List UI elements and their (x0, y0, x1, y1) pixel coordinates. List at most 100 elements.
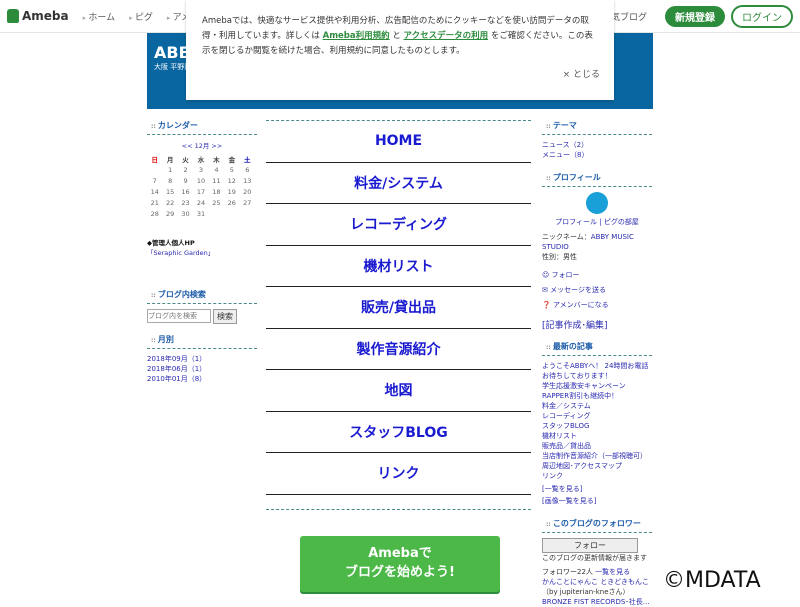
calendar-day: 24 (196, 198, 206, 207)
register-button[interactable]: 新規登録 (665, 6, 725, 27)
follower-by: （by jupiterian-kneさん） (542, 588, 630, 596)
calendar-day: 12 (227, 176, 236, 185)
follow-note: このブログの更新情報が届きます (542, 554, 647, 562)
follow-button[interactable]: フォロー (542, 538, 638, 553)
menu-recording[interactable]: レコーディング (266, 204, 531, 246)
left-sidebar: カレンダー << 12月 >> 日月火水木金土12345678910111213… (147, 118, 257, 384)
menu-divider (266, 508, 531, 510)
terms-link[interactable]: Ameba利用規約 (323, 31, 390, 41)
nav-home[interactable]: ホーム (83, 13, 115, 23)
right-sidebar: テーマ ニュース（2） メニュー（8） プロフィール プロフィール | ピグの部… (542, 118, 652, 607)
latest-article[interactable]: 当店制作音源紹介（一部視聴可） (542, 451, 652, 461)
latest-article[interactable]: レコーディング (542, 411, 652, 421)
latest-article[interactable]: リンク (542, 471, 652, 481)
latest-article[interactable]: 機材リスト (542, 431, 652, 441)
profile-avatar[interactable] (586, 192, 608, 214)
calendar-heading: カレンダー (147, 118, 257, 135)
latest-article[interactable]: ようこそABBYへ！ 24時間お電話お待ちしております！ (542, 361, 652, 381)
calendar-day (209, 208, 224, 219)
weekday: 月 (166, 155, 174, 164)
calendar-day: 16 (181, 187, 190, 196)
calendar-day: 25 (212, 198, 221, 207)
weekday: 土 (244, 155, 251, 164)
follower-item[interactable]: BRONZE FIST RECORDS･社長… (542, 597, 652, 607)
nickname-label: ニックネーム： (542, 233, 591, 241)
calendar-day: 27 (243, 198, 252, 207)
theme-item[interactable]: ニュース（2） (542, 140, 652, 150)
message-link[interactable]: ✉ メッセージを送る (542, 285, 652, 295)
calendar-day (240, 208, 255, 219)
weekday: 金 (228, 155, 236, 164)
amember-link[interactable]: ❓ アメンバーになる (542, 300, 652, 310)
calendar-day: 28 (150, 209, 159, 218)
month-nav[interactable]: << 12月 >> (147, 140, 257, 150)
latest-article[interactable]: 学生応援激安キャンペーン (542, 381, 652, 391)
weekday: 日 (151, 155, 158, 164)
calendar-day: 29 (165, 209, 175, 218)
nav-pigg[interactable]: ピグ (129, 13, 153, 23)
menu-map[interactable]: 地図 (266, 370, 531, 412)
calendar-day: 14 (150, 187, 159, 196)
close-button[interactable]: × とじる (563, 68, 600, 83)
calendar-day: 9 (183, 176, 188, 185)
calendar-day: 13 (243, 176, 252, 185)
calendar-day: 30 (181, 209, 190, 218)
list-all-link[interactable]: [一覧を見る] (542, 484, 652, 494)
profile-heading: プロフィール (542, 170, 652, 187)
logo-text: Ameba (22, 9, 69, 23)
calendar-day: 21 (150, 198, 159, 207)
follow-link[interactable]: ☺ フォロー (542, 270, 652, 280)
blog-search-input[interactable] (147, 309, 211, 323)
latest-article[interactable]: 周辺地図･アクセスマップ (542, 461, 652, 471)
monthly-item[interactable]: 2010年01月（8） (147, 374, 257, 384)
login-button[interactable]: ログイン (731, 5, 793, 28)
start-blog-banner[interactable]: Amebaで ブログを始めよう! (300, 536, 500, 592)
menu-home[interactable]: HOME (266, 121, 531, 163)
theme-item[interactable]: メニュー（8） (542, 150, 652, 160)
calendar-day: 18 (212, 187, 221, 196)
calendar-day: 26 (227, 198, 236, 207)
menu-sales[interactable]: 販売/貸出品 (266, 287, 531, 329)
menu-works[interactable]: 製作音源紹介 (266, 329, 531, 370)
followers-heading: このブログのフォロワー (542, 516, 652, 533)
calendar-day: 23 (181, 198, 190, 207)
search-button[interactable]: 検索 (213, 309, 237, 324)
menu-equipment[interactable]: 機材リスト (266, 246, 531, 287)
calendar-day: 17 (196, 187, 206, 196)
monthly-item[interactable]: 2018年09月（1） (147, 354, 257, 364)
ameba-logo[interactable]: Ameba (7, 9, 69, 23)
calendar-day: 7 (152, 176, 157, 185)
hp-label: ◆管理人個人HP (147, 239, 195, 247)
latest-article[interactable]: RAPPER割引も継続中！ (542, 391, 652, 401)
search-heading: ブログ内検索 (147, 287, 257, 304)
menu-links[interactable]: リンク (266, 453, 531, 495)
edit-link[interactable]: [記事作成･編集] (542, 318, 652, 331)
calendar-day: 4 (214, 165, 219, 174)
calendar-day: 5 (229, 165, 234, 174)
profile-links[interactable]: プロフィール | ピグの部屋 (542, 217, 652, 227)
latest-article[interactable]: 販売品／貸出品 (542, 441, 652, 451)
latest-list: ようこそABBYへ！ 24時間お電話お待ちしております！ 学生応援激安キャンペーン… (542, 361, 652, 481)
calendar-day: 11 (212, 176, 221, 185)
weekday: 木 (213, 155, 220, 164)
calendar-day: 31 (196, 209, 206, 218)
menu-staff-blog[interactable]: スタッフBLOG (266, 412, 531, 453)
gender: 性別：男性 (542, 253, 577, 261)
follower-item[interactable]: かんことにゃんこ ときどきもんこ (542, 577, 652, 587)
amember-label: アメンバーになる (552, 301, 609, 309)
banner-line1: Amebaで (368, 546, 432, 561)
calendar-day (147, 164, 162, 175)
access-data-link[interactable]: アクセスデータの利用 (404, 31, 489, 41)
monthly-item[interactable]: 2018年06月（1） (147, 364, 257, 374)
frog-icon (7, 9, 19, 23)
calendar-day: 10 (196, 176, 206, 185)
weekday: 水 (197, 155, 205, 164)
latest-heading: 最新の記事 (542, 339, 652, 356)
image-list-link[interactable]: [画像一覧を見る] (542, 496, 652, 506)
latest-article[interactable]: 料金／システム (542, 401, 652, 411)
latest-article[interactable]: スタッフBLOG (542, 421, 652, 431)
hp-link[interactable]: 「Seraphic Garden」 (147, 247, 257, 257)
follower-list-link[interactable]: 一覧を見る (595, 568, 630, 576)
calendar-day: 3 (198, 165, 204, 174)
menu-pricing[interactable]: 料金/システム (266, 163, 531, 204)
